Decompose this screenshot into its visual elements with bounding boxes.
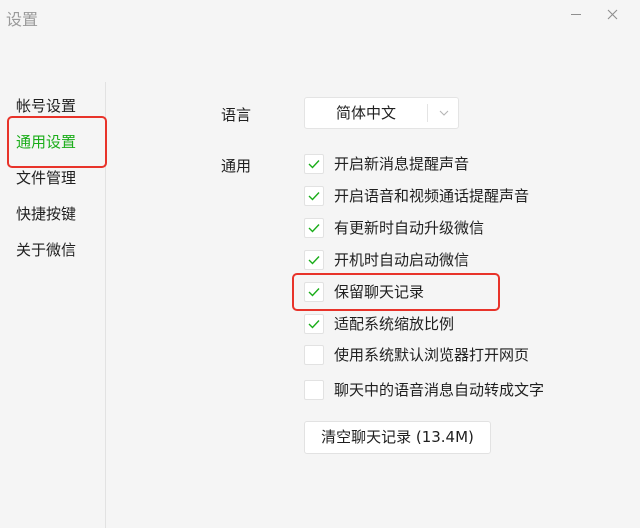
close-button[interactable] <box>598 0 626 28</box>
minimize-button[interactable] <box>562 0 590 28</box>
check-icon <box>308 160 320 169</box>
option-label: 开机时自动启动微信 <box>334 251 470 269</box>
option-label: 适配系统缩放比例 <box>334 315 455 333</box>
checkbox[interactable] <box>304 345 324 365</box>
select-divider <box>427 104 428 122</box>
checkbox[interactable] <box>304 250 324 270</box>
option-label: 开启新消息提醒声音 <box>334 155 470 173</box>
checkbox[interactable] <box>304 380 324 400</box>
close-icon <box>607 9 617 19</box>
sidebar-item-general[interactable]: 通用设置 <box>0 124 106 160</box>
settings-sidebar: 帐号设置 通用设置 文件管理 快捷按键 关于微信 <box>0 82 106 528</box>
option-label: 使用系统默认浏览器打开网页 <box>334 346 530 364</box>
chevron-down-icon <box>431 98 457 128</box>
language-value: 简体中文 <box>335 104 396 122</box>
sidebar-item-account[interactable]: 帐号设置 <box>0 88 106 124</box>
check-icon <box>308 288 320 297</box>
sidebar-item-about[interactable]: 关于微信 <box>0 232 106 268</box>
checkbox[interactable] <box>304 218 324 238</box>
clear-chat-history-button[interactable]: 清空聊天记录 (13.4M) <box>304 421 491 454</box>
option-label: 开启语音和视频通话提醒声音 <box>334 187 530 205</box>
option-label: 聊天中的语音消息自动转成文字 <box>334 381 545 399</box>
check-icon <box>308 192 320 201</box>
window-title: 设置 <box>6 10 39 29</box>
option-label: 有更新时自动升级微信 <box>334 219 485 237</box>
checkbox[interactable] <box>304 154 324 174</box>
check-icon <box>308 320 320 329</box>
minimize-icon <box>571 13 581 15</box>
check-icon <box>308 256 320 265</box>
settings-window: 设置 帐号设置 通用设置 文件管理 快捷按键 关于微信 语言 简体中文 通用 开… <box>0 0 640 528</box>
language-label: 语言 <box>221 106 252 124</box>
checkbox[interactable] <box>304 314 324 334</box>
general-label: 通用 <box>221 157 252 175</box>
sidebar-item-shortcuts[interactable]: 快捷按键 <box>0 196 106 232</box>
sidebar-item-files[interactable]: 文件管理 <box>0 160 106 196</box>
checkbox[interactable] <box>304 186 324 206</box>
checkbox[interactable] <box>304 282 324 302</box>
check-icon <box>308 224 320 233</box>
language-select[interactable]: 简体中文 <box>304 97 459 129</box>
option-label: 保留聊天记录 <box>334 283 425 301</box>
